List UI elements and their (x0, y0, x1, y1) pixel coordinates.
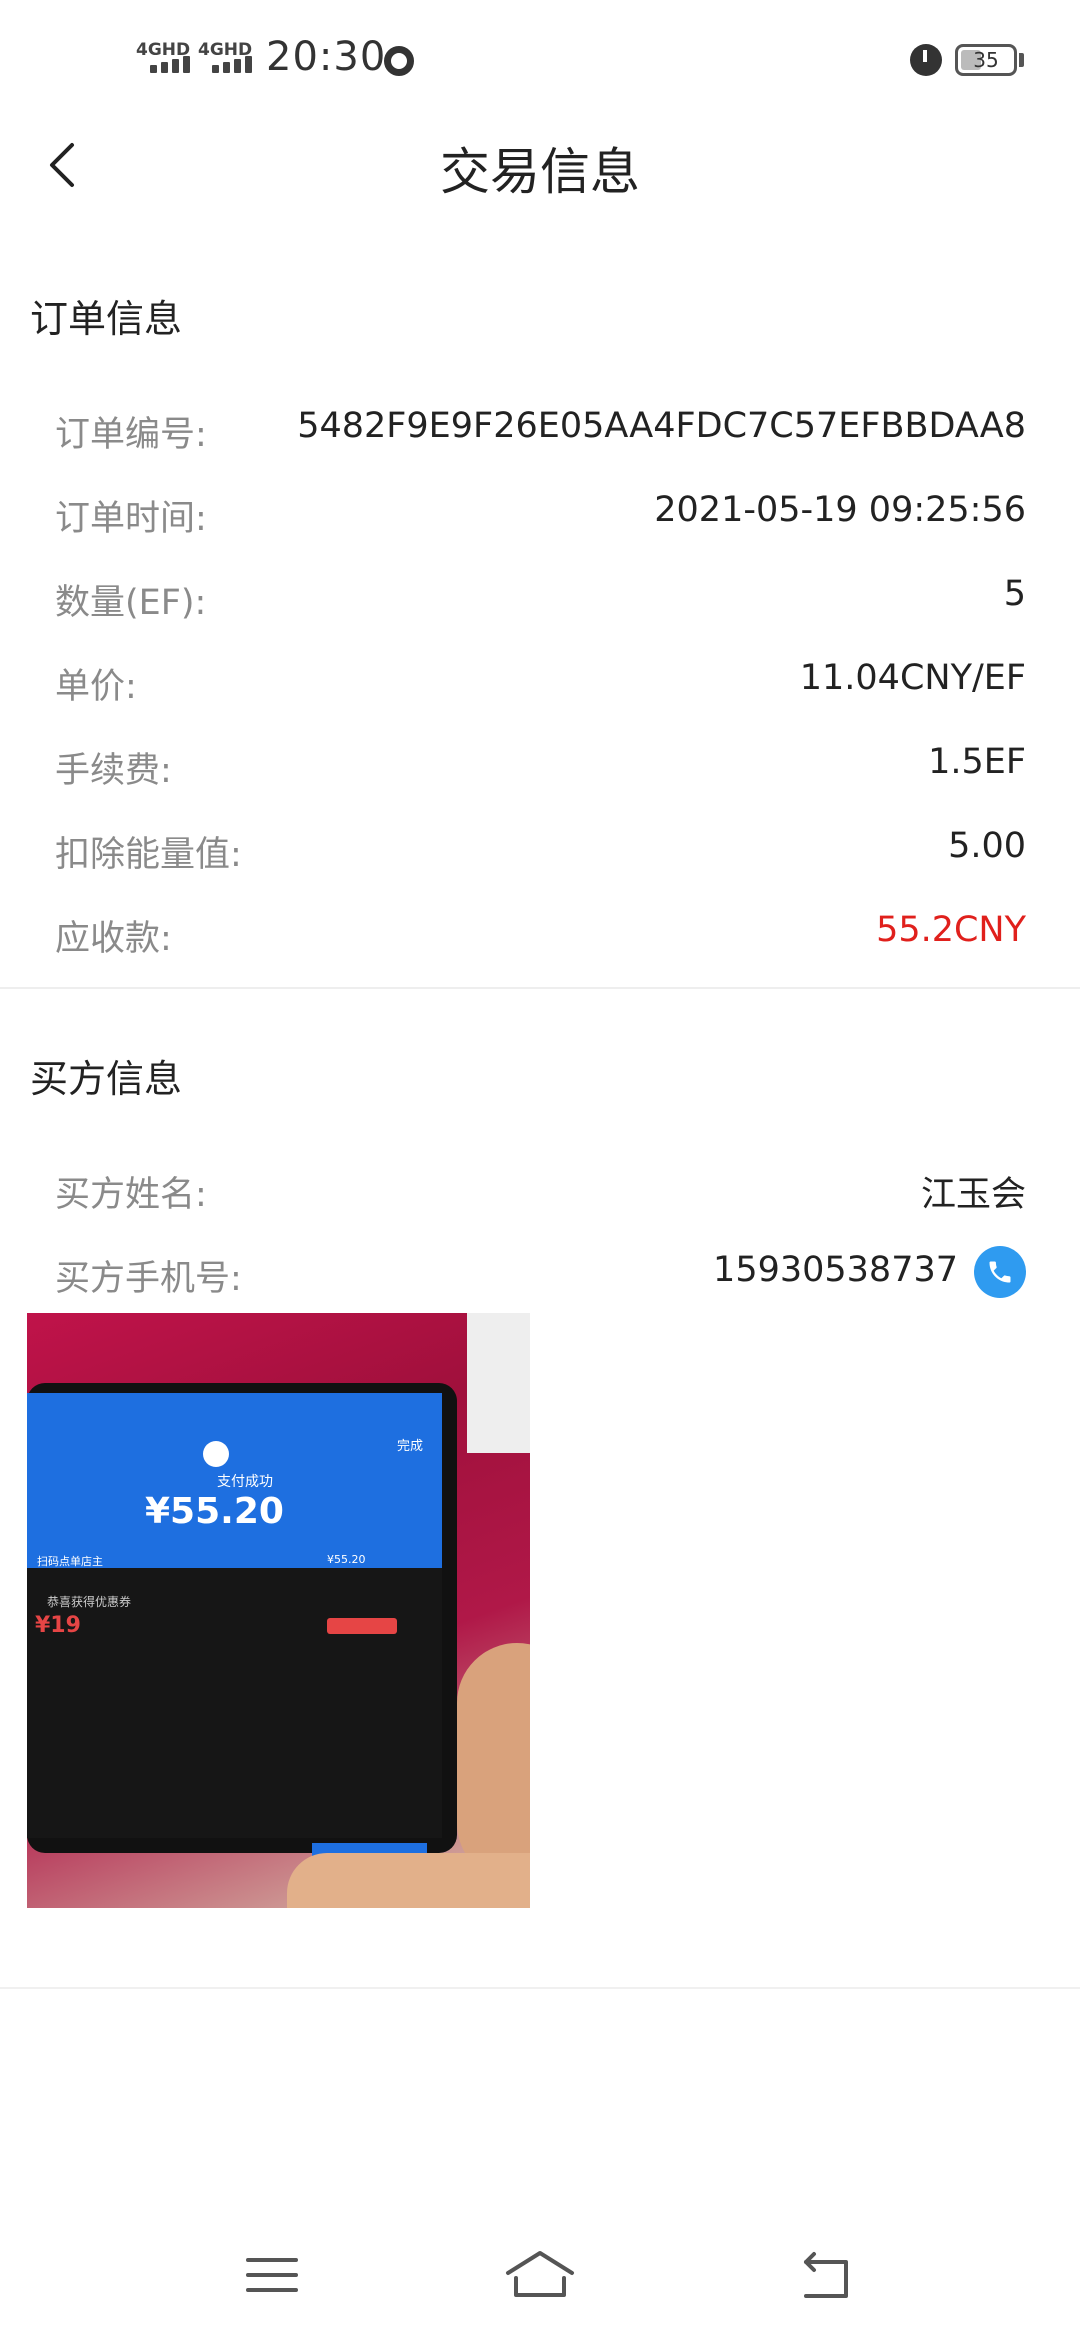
payment-proof-photo[interactable]: 完成 支付成功 ¥55.20 扫码点单店主 ¥55.20 恭喜获得优惠券 ¥19 (27, 1313, 530, 1908)
order-number-value: 5482F9E9F26E05AA4FDC7C57EFBBDAA8 (297, 406, 1026, 446)
receivable-label: 应收款: (55, 919, 172, 959)
signal-icon (212, 56, 252, 73)
bottom-divider (0, 1987, 1080, 1989)
notification-q-icon (384, 46, 414, 76)
order-section-title-text: 订单信息 (30, 297, 183, 341)
quantity-label: 数量(EF): (55, 583, 207, 623)
quantity-row: 数量(EF): 5 (0, 556, 1080, 640)
photo-coupon-value: ¥19 (35, 1613, 81, 1638)
energy-deduction-label: 扣除能量值: (55, 835, 242, 875)
fee-row: 手续费: 1.5EF (0, 724, 1080, 808)
status-time: 20:30 (266, 34, 387, 80)
photo-payment-logo-icon (203, 1441, 229, 1467)
fee-label: 手续费: (55, 751, 172, 791)
photo-coupon-badge (327, 1618, 397, 1634)
status-bar: 4GHD 4GHD 20:30 35 (0, 0, 1080, 120)
buyer-section-title: 买方信息 (28, 1048, 185, 1109)
buyer-name-label: 买方姓名: (55, 1175, 207, 1215)
phone-call-icon (989, 1261, 1011, 1283)
call-button[interactable] (974, 1246, 1026, 1298)
order-number-row: 订单编号: 5482F9E9F26E05AA4FDC7C57EFBBDAA8 (0, 388, 1080, 472)
photo-merchant-amount: ¥55.20 (327, 1553, 366, 1566)
fee-value: 1.5EF (928, 742, 1026, 782)
photo-coupon-text: 恭喜获得优惠券 (47, 1595, 132, 1609)
photo-pay-success-text: 支付成功 (217, 1474, 273, 1490)
return-button[interactable] (784, 2240, 864, 2310)
energy-deduction-value: 5.00 (948, 826, 1026, 866)
buyer-name-row: 买方姓名: 江玉会 (0, 1148, 1080, 1232)
quantity-value: 5 (1003, 574, 1026, 614)
page-title: 交易信息 (440, 143, 640, 201)
system-navigation-bar (0, 2230, 1080, 2320)
photo-phone: 完成 支付成功 ¥55.20 扫码点单店主 ¥55.20 恭喜获得优惠券 ¥19 (27, 1383, 457, 1857)
photo-phone-screen-top: 完成 支付成功 ¥55.20 扫码点单店主 ¥55.20 (27, 1393, 442, 1568)
order-section-title: 订单信息 (28, 288, 185, 349)
order-number-label: 订单编号: (55, 415, 207, 455)
photo-done-label: 完成 (397, 1439, 424, 1454)
unit-price-value: 11.04CNY/EF (799, 658, 1026, 698)
photo-hand (287, 1853, 530, 1908)
buyer-phone-value: 15930538737 (713, 1250, 958, 1290)
alarm-clock-icon (910, 44, 942, 76)
receivable-value: 55.2CNY (876, 910, 1026, 950)
order-time-row: 订单时间: 2021-05-19 09:25:56 (0, 472, 1080, 556)
energy-deduction-row: 扣除能量值: 5.00 (0, 808, 1080, 892)
battery-icon: 35 (955, 44, 1017, 76)
menu-icon (246, 2258, 298, 2292)
section-divider (0, 987, 1080, 989)
order-time-label: 订单时间: (55, 499, 207, 539)
photo-merchant-text: 扫码点单店主 (37, 1555, 103, 1568)
top-app-bar: 交易信息 (0, 120, 1080, 210)
buyer-name-value: 江玉会 (920, 1175, 1026, 1215)
battery-tip (1019, 53, 1024, 67)
signal-icon (150, 56, 190, 73)
menu-button[interactable] (232, 2240, 312, 2310)
photo-hand-thumb (457, 1643, 530, 1883)
buyer-section-title-text: 买方信息 (30, 1057, 183, 1101)
home-button[interactable] (500, 2240, 580, 2310)
photo-background (467, 1313, 530, 1453)
unit-price-label: 单价: (55, 667, 137, 707)
photo-pay-amount: ¥55.20 (145, 1491, 284, 1532)
battery-level: 35 (973, 48, 999, 72)
order-time-value: 2021-05-19 09:25:56 (654, 490, 1026, 530)
return-icon (804, 2252, 848, 2298)
unit-price-row: 单价: 11.04CNY/EF (0, 640, 1080, 724)
home-icon (506, 2251, 574, 2297)
buyer-phone-row: 买方手机号: 15930538737 (0, 1232, 1080, 1316)
receivable-row: 应收款: 55.2CNY (0, 892, 1080, 976)
buyer-phone-label: 买方手机号: (55, 1259, 242, 1299)
